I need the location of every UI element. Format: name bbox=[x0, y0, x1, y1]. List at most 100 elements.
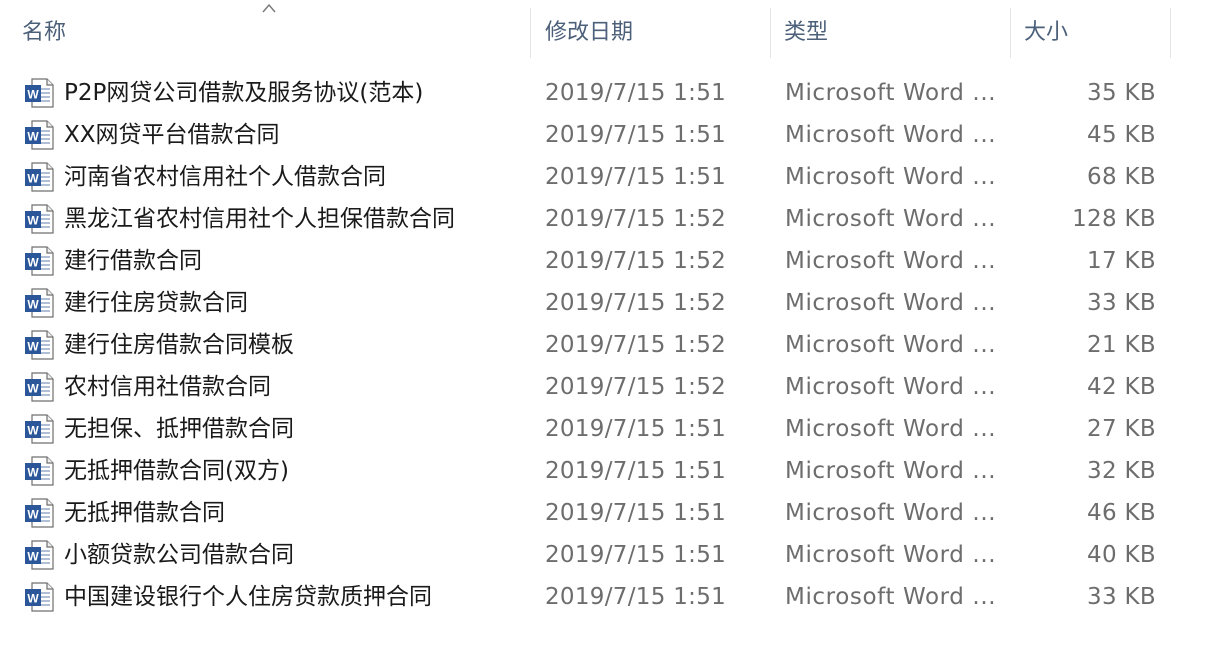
file-type: Microsoft Word ... bbox=[785, 80, 997, 106]
column-divider[interactable] bbox=[1170, 8, 1171, 58]
column-divider[interactable] bbox=[530, 8, 531, 58]
file-row[interactable]: W 建行借款合同 2019/7/15 1:52 Microsoft Word .… bbox=[0, 240, 1206, 282]
word-document-icon: W bbox=[25, 246, 54, 276]
word-document-icon: W bbox=[25, 288, 54, 318]
column-divider[interactable] bbox=[770, 8, 771, 58]
file-name[interactable]: XX网贷平台借款合同 bbox=[64, 114, 280, 156]
svg-text:W: W bbox=[27, 130, 39, 144]
file-size: 45 KB bbox=[1087, 122, 1156, 148]
svg-text:W: W bbox=[27, 88, 39, 102]
file-modified-date: 2019/7/15 1:51 bbox=[545, 542, 727, 568]
file-type: Microsoft Word ... bbox=[785, 458, 997, 484]
svg-text:W: W bbox=[27, 550, 39, 564]
file-type: Microsoft Word ... bbox=[785, 416, 997, 442]
file-size: 128 KB bbox=[1072, 206, 1156, 232]
column-header-size[interactable]: 大小 bbox=[1024, 0, 1170, 62]
svg-text:W: W bbox=[27, 298, 39, 312]
file-size: 17 KB bbox=[1087, 248, 1156, 274]
svg-text:W: W bbox=[27, 340, 39, 354]
svg-text:W: W bbox=[27, 466, 39, 480]
column-header-bar: 名称 修改日期 类型 大小 bbox=[0, 0, 1206, 62]
file-row[interactable]: W XX网贷平台借款合同 2019/7/15 1:51 Microsoft Wo… bbox=[0, 114, 1206, 156]
file-size: 68 KB bbox=[1087, 164, 1156, 190]
file-modified-date: 2019/7/15 1:51 bbox=[545, 416, 727, 442]
file-type: Microsoft Word ... bbox=[785, 164, 997, 190]
word-document-icon: W bbox=[25, 330, 54, 360]
file-row[interactable]: W 建行住房贷款合同 2019/7/15 1:52 Microsoft Word… bbox=[0, 282, 1206, 324]
svg-text:W: W bbox=[27, 424, 39, 438]
file-modified-date: 2019/7/15 1:51 bbox=[545, 164, 727, 190]
file-name[interactable]: 黑龙江省农村信用社个人担保借款合同 bbox=[64, 198, 455, 240]
svg-text:W: W bbox=[27, 214, 39, 228]
file-type: Microsoft Word ... bbox=[785, 206, 997, 232]
file-name[interactable]: 小额贷款公司借款合同 bbox=[64, 534, 294, 576]
file-modified-date: 2019/7/15 1:52 bbox=[545, 332, 727, 358]
column-header-type[interactable]: 类型 bbox=[784, 0, 1010, 62]
file-size: 40 KB bbox=[1087, 542, 1156, 568]
file-name[interactable]: 建行住房借款合同模板 bbox=[64, 324, 294, 366]
file-row[interactable]: W 无担保、抵押借款合同 2019/7/15 1:51 Microsoft Wo… bbox=[0, 408, 1206, 450]
file-size: 46 KB bbox=[1087, 500, 1156, 526]
file-row[interactable]: W 农村信用社借款合同 2019/7/15 1:52 Microsoft Wor… bbox=[0, 366, 1206, 408]
file-name[interactable]: 建行借款合同 bbox=[64, 240, 202, 282]
word-document-icon: W bbox=[25, 498, 54, 528]
file-name[interactable]: 无抵押借款合同 bbox=[64, 492, 225, 534]
file-type: Microsoft Word ... bbox=[785, 122, 997, 148]
file-modified-date: 2019/7/15 1:51 bbox=[545, 500, 727, 526]
file-type: Microsoft Word ... bbox=[785, 584, 997, 610]
word-document-icon: W bbox=[25, 540, 54, 570]
file-row[interactable]: W 无抵押借款合同 2019/7/15 1:51 Microsoft Word … bbox=[0, 492, 1206, 534]
file-size: 33 KB bbox=[1087, 584, 1156, 610]
svg-text:W: W bbox=[27, 172, 39, 186]
file-modified-date: 2019/7/15 1:52 bbox=[545, 374, 727, 400]
file-row[interactable]: W P2P网贷公司借款及服务协议(范本) 2019/7/15 1:51 Micr… bbox=[0, 72, 1206, 114]
file-row[interactable]: W 小额贷款公司借款合同 2019/7/15 1:51 Microsoft Wo… bbox=[0, 534, 1206, 576]
file-explorer-details-view: 名称 修改日期 类型 大小 W P2P网贷公司借款及服务协议(范本) 2019/… bbox=[0, 0, 1206, 660]
file-name[interactable]: 建行住房贷款合同 bbox=[64, 282, 248, 324]
word-document-icon: W bbox=[25, 120, 54, 150]
svg-text:W: W bbox=[27, 592, 39, 606]
file-type: Microsoft Word ... bbox=[785, 290, 997, 316]
file-size: 42 KB bbox=[1087, 374, 1156, 400]
svg-text:W: W bbox=[27, 382, 39, 396]
file-size: 32 KB bbox=[1087, 458, 1156, 484]
file-size: 35 KB bbox=[1087, 80, 1156, 106]
file-name[interactable]: 河南省农村信用社个人借款合同 bbox=[64, 156, 386, 198]
file-row[interactable]: W 河南省农村信用社个人借款合同 2019/7/15 1:51 Microsof… bbox=[0, 156, 1206, 198]
file-list: W P2P网贷公司借款及服务协议(范本) 2019/7/15 1:51 Micr… bbox=[0, 72, 1206, 618]
file-type: Microsoft Word ... bbox=[785, 500, 997, 526]
file-type: Microsoft Word ... bbox=[785, 542, 997, 568]
file-name[interactable]: 农村信用社借款合同 bbox=[64, 366, 271, 408]
file-name[interactable]: P2P网贷公司借款及服务协议(范本) bbox=[64, 72, 423, 114]
column-divider[interactable] bbox=[1010, 8, 1011, 58]
file-modified-date: 2019/7/15 1:51 bbox=[545, 458, 727, 484]
file-name[interactable]: 无抵押借款合同(双方) bbox=[64, 450, 289, 492]
file-name[interactable]: 中国建设银行个人住房贷款质押合同 bbox=[64, 576, 432, 618]
file-size: 27 KB bbox=[1087, 416, 1156, 442]
svg-text:W: W bbox=[27, 508, 39, 522]
file-type: Microsoft Word ... bbox=[785, 248, 997, 274]
file-size: 21 KB bbox=[1087, 332, 1156, 358]
word-document-icon: W bbox=[25, 582, 54, 612]
file-modified-date: 2019/7/15 1:51 bbox=[545, 122, 727, 148]
file-name[interactable]: 无担保、抵押借款合同 bbox=[64, 408, 294, 450]
file-modified-date: 2019/7/15 1:52 bbox=[545, 248, 727, 274]
word-document-icon: W bbox=[25, 162, 54, 192]
file-row[interactable]: W 无抵押借款合同(双方) 2019/7/15 1:51 Microsoft W… bbox=[0, 450, 1206, 492]
file-modified-date: 2019/7/15 1:52 bbox=[545, 206, 727, 232]
word-document-icon: W bbox=[25, 414, 54, 444]
file-modified-date: 2019/7/15 1:51 bbox=[545, 80, 727, 106]
column-header-size-label: 大小 bbox=[1024, 20, 1069, 45]
word-document-icon: W bbox=[25, 456, 54, 486]
file-type: Microsoft Word ... bbox=[785, 374, 997, 400]
column-header-name-label: 名称 bbox=[22, 20, 67, 45]
word-document-icon: W bbox=[25, 204, 54, 234]
file-size: 33 KB bbox=[1087, 290, 1156, 316]
word-document-icon: W bbox=[25, 78, 54, 108]
file-row[interactable]: W 建行住房借款合同模板 2019/7/15 1:52 Microsoft Wo… bbox=[0, 324, 1206, 366]
column-header-name[interactable]: 名称 bbox=[22, 0, 530, 62]
file-row[interactable]: W 黑龙江省农村信用社个人担保借款合同 2019/7/15 1:52 Micro… bbox=[0, 198, 1206, 240]
file-row[interactable]: W 中国建设银行个人住房贷款质押合同 2019/7/15 1:51 Micros… bbox=[0, 576, 1206, 618]
column-header-date[interactable]: 修改日期 bbox=[545, 0, 770, 62]
word-document-icon: W bbox=[25, 372, 54, 402]
